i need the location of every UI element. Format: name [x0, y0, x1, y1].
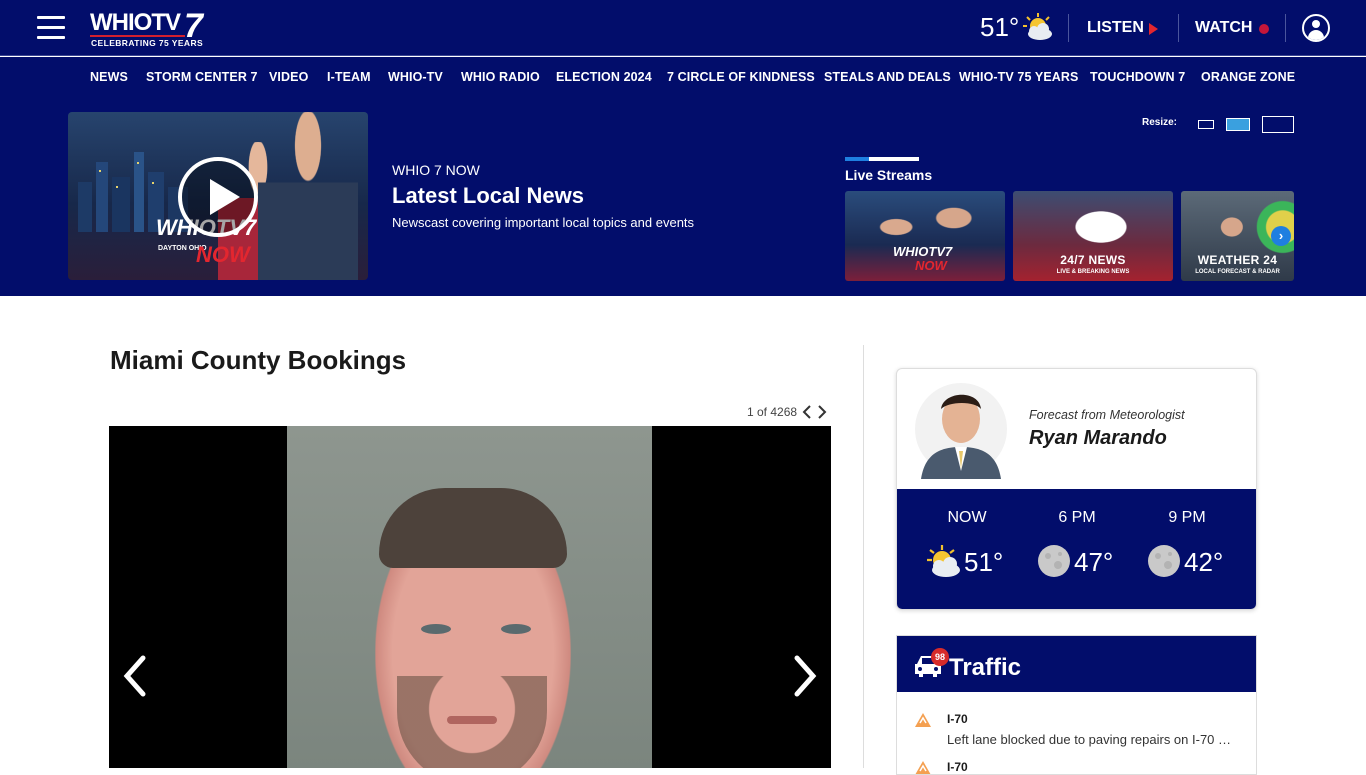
- header-temperature[interactable]: 51°: [980, 12, 1019, 43]
- gallery-prev-arrow-icon[interactable]: [121, 654, 149, 698]
- traffic-description: Left lane blocked due to paving repairs …: [947, 732, 1232, 747]
- forecast-temp: 42°: [1184, 547, 1224, 577]
- forecast-card[interactable]: Forecast from Meteorologist Ryan Marando…: [896, 368, 1257, 610]
- traffic-road: I-70: [947, 712, 968, 726]
- nav-item-news[interactable]: NEWS: [90, 70, 128, 84]
- watch-button[interactable]: WATCH: [1195, 19, 1252, 37]
- nav-item-election-2024[interactable]: ELECTION 2024: [556, 70, 652, 84]
- gallery-next-arrow-icon[interactable]: [791, 654, 819, 698]
- traffic-road: I-70: [947, 760, 968, 774]
- meteorologist-avatar: [915, 383, 1007, 479]
- header-divider: [1285, 14, 1286, 42]
- forecast-temp: 51°: [964, 547, 1004, 577]
- forecast-period-now: NOW 51°: [912, 509, 1022, 577]
- nav-item-whio-radio[interactable]: WHIO RADIO: [461, 70, 540, 84]
- resize-medium-icon[interactable]: [1226, 118, 1250, 131]
- site-logo[interactable]: WHIOTV 7 CELEBRATING 75 YEARS: [90, 7, 216, 49]
- top-bar: WHIOTV 7 CELEBRATING 75 YEARS 51° LISTEN…: [0, 0, 1366, 56]
- header-divider: [1068, 14, 1069, 42]
- traffic-card: 98 Traffic I-70 Left lane blocked due to…: [896, 635, 1257, 775]
- live-streams-title: Live Streams: [845, 167, 933, 183]
- partly-sunny-icon: [1023, 13, 1052, 40]
- nav-item-whio-tv[interactable]: WHIO-TV: [388, 70, 443, 84]
- main-nav: NEWS STORM CENTER 7 VIDEO I-TEAM WHIO-TV…: [0, 57, 1366, 97]
- hamburger-menu-icon[interactable]: [37, 16, 65, 40]
- forecast-period-9pm: 9 PM 42°: [1132, 509, 1242, 577]
- live-dot-icon: [1259, 24, 1269, 34]
- video-title[interactable]: Latest Local News: [392, 183, 584, 209]
- featured-video-thumbnail[interactable]: WHIOTV7 DAYTON OHIO NOW: [68, 112, 368, 280]
- play-icon[interactable]: [178, 157, 258, 237]
- stream-logo-now: NOW: [915, 258, 947, 273]
- chevron-left-icon[interactable]: [802, 405, 812, 419]
- forecast-period-6pm: 6 PM 47°: [1022, 509, 1132, 577]
- resize-label: Resize:: [1142, 117, 1178, 128]
- resize-small-icon[interactable]: [1198, 120, 1214, 129]
- forecast-panel: NOW 51° 6 PM 47° 9 PM 42°: [897, 489, 1256, 609]
- forecast-time: 9 PM: [1168, 509, 1206, 526]
- moon-icon: [1038, 545, 1070, 577]
- nav-item-orange-zone[interactable]: ORANGE ZONE: [1201, 70, 1295, 84]
- traffic-header[interactable]: 98 Traffic: [897, 636, 1256, 692]
- stream-sublabel: LOCAL FORECAST & RADAR: [1195, 269, 1280, 275]
- booking-photo: [287, 426, 652, 768]
- anchor-image: [258, 112, 358, 280]
- forecast-time: NOW: [947, 509, 987, 526]
- thumbnail-now: NOW: [196, 242, 250, 267]
- video-band: WHIOTV7 DAYTON OHIO NOW WHIO 7 NOW Lates…: [0, 97, 1366, 296]
- traffic-title: Traffic: [949, 654, 1022, 681]
- stream-sublabel: LIVE & BREAKING NEWS: [1056, 269, 1130, 275]
- construction-warning-icon: [915, 713, 931, 727]
- forecast-from-label: Forecast from Meteorologist: [1029, 408, 1185, 422]
- live-streams-accent: [845, 157, 869, 161]
- column-divider: [863, 345, 864, 768]
- play-arrow-icon[interactable]: [1149, 23, 1158, 35]
- video-description: Newscast covering important local topics…: [392, 215, 695, 230]
- forecast-temp: 47°: [1074, 547, 1114, 577]
- live-stream-whio-now[interactable]: WHIOTV7 NOW: [845, 191, 1005, 281]
- live-stream-247-news[interactable]: 24/7 NEWS LIVE & BREAKING NEWS: [1013, 191, 1173, 281]
- nav-item-video[interactable]: VIDEO: [269, 70, 308, 84]
- stream-logo: WHIOTV7: [893, 244, 953, 259]
- forecast-time: 6 PM: [1058, 509, 1096, 526]
- header-divider: [1178, 14, 1179, 42]
- gallery-photo-frame: [109, 426, 831, 768]
- nav-item-7-circle-of-kindness[interactable]: 7 CIRCLE OF KINDNESS: [667, 70, 815, 84]
- page-title: Miami County Bookings: [110, 345, 407, 375]
- gallery-counter: 1 of 4268: [747, 405, 798, 419]
- video-kicker: WHIO 7 NOW: [392, 162, 480, 178]
- stream-label: WEATHER 24: [1197, 253, 1278, 267]
- nav-item-i-team[interactable]: I-TEAM: [327, 70, 371, 84]
- nav-item-steals-and-deals[interactable]: STEALS AND DEALS: [824, 70, 951, 84]
- partly-sunny-icon: [927, 545, 960, 577]
- listen-button[interactable]: LISTEN: [1087, 19, 1144, 37]
- traffic-count-badge: 98: [931, 648, 949, 666]
- nav-item-storm-center-7[interactable]: STORM CENTER 7: [146, 70, 258, 84]
- nav-item-touchdown-7[interactable]: TOUCHDOWN 7: [1090, 70, 1185, 84]
- chevron-right-icon[interactable]: [817, 405, 827, 419]
- account-icon[interactable]: [1302, 14, 1330, 42]
- logo-tagline: CELEBRATING 75 YEARS: [91, 38, 204, 48]
- traffic-incident[interactable]: I-70: [897, 758, 1256, 774]
- traffic-incident[interactable]: I-70 Left lane blocked due to paving rep…: [897, 710, 1256, 758]
- logo-stripe: [90, 35, 185, 37]
- meteorologist-name: Ryan Marando: [1029, 427, 1167, 449]
- resize-large-icon[interactable]: [1262, 116, 1294, 133]
- chevron-right-icon[interactable]: ›: [1271, 226, 1291, 246]
- logo-text: WHIOTV: [90, 9, 181, 36]
- nav-item-whio-tv-75-years[interactable]: WHIO-TV 75 YEARS: [959, 70, 1078, 84]
- live-streams-accent: [869, 157, 919, 161]
- stream-label: 24/7 NEWS: [1060, 253, 1126, 267]
- moon-icon: [1148, 545, 1180, 577]
